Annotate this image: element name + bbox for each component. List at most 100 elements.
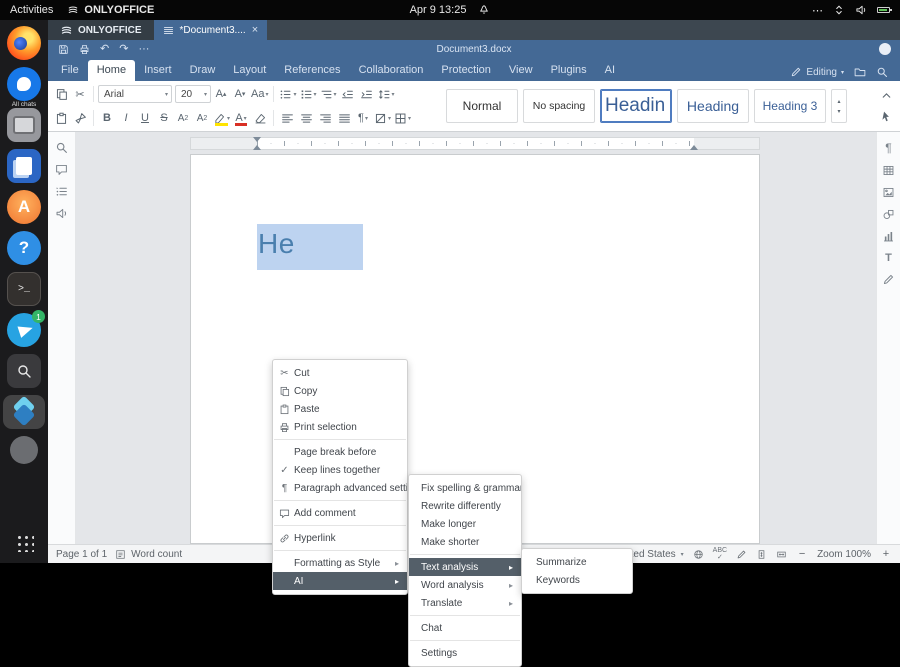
first-line-indent-marker[interactable] bbox=[253, 137, 261, 142]
style-normal[interactable]: Normal bbox=[446, 89, 518, 123]
style-heading1[interactable]: Headin bbox=[600, 89, 672, 123]
tab-layout[interactable]: Layout bbox=[224, 60, 275, 81]
menu-item-word-analysis[interactable]: Word analysis▸ bbox=[409, 576, 521, 594]
right-indent-marker[interactable] bbox=[690, 145, 698, 150]
multilevel-list-button[interactable]: ▾ bbox=[319, 84, 338, 104]
comments-panel-button[interactable] bbox=[55, 163, 68, 176]
collapse-toolbar-button[interactable] bbox=[880, 89, 893, 102]
heading-text[interactable]: He bbox=[258, 228, 295, 260]
dock-item-help[interactable]: ? bbox=[3, 231, 45, 265]
page-indicator[interactable]: Page 1 of 1 bbox=[56, 549, 107, 560]
dock-item-terminal[interactable]: >_ bbox=[3, 272, 45, 306]
menu-item-translate[interactable]: Translate▸ bbox=[409, 594, 521, 612]
dock-item-partial[interactable] bbox=[3, 436, 45, 464]
save-button[interactable] bbox=[58, 44, 69, 55]
style-no-spacing[interactable]: No spacing bbox=[523, 89, 595, 123]
cut-button[interactable]: ✂ bbox=[71, 84, 89, 104]
font-name-select[interactable]: Arial▾ bbox=[98, 85, 172, 103]
menu-item-settings[interactable]: Settings bbox=[409, 644, 521, 662]
paste-button[interactable] bbox=[52, 108, 70, 128]
dock-item-screenshot[interactable] bbox=[3, 108, 45, 142]
user-avatar[interactable] bbox=[879, 43, 891, 55]
increase-font-button[interactable]: A▴ bbox=[212, 84, 230, 104]
notification-bell-icon[interactable] bbox=[478, 4, 490, 16]
subscript-button[interactable]: A2 bbox=[193, 108, 211, 128]
highlight-color-button[interactable]: ▾ bbox=[212, 108, 231, 128]
menu-item-print-selection[interactable]: Print selection bbox=[273, 418, 407, 436]
dock-item-firefox[interactable] bbox=[3, 26, 45, 60]
font-size-select[interactable]: 20▾ bbox=[175, 85, 211, 103]
menu-item-page-break-before[interactable]: Page break before bbox=[273, 443, 407, 461]
focused-app-menu[interactable]: ONLYOFFICE bbox=[67, 4, 154, 16]
feedback-button[interactable] bbox=[55, 207, 68, 220]
menu-item-formatting-as-style[interactable]: Formatting as Style▸ bbox=[273, 554, 407, 572]
bold-button[interactable]: B bbox=[98, 108, 116, 128]
fit-width-button[interactable] bbox=[776, 549, 787, 560]
align-center-button[interactable] bbox=[297, 108, 315, 128]
show-applications-button[interactable] bbox=[3, 525, 45, 559]
dock-item-allchats[interactable]: All chats bbox=[3, 67, 45, 101]
strikethrough-button[interactable]: S bbox=[155, 108, 173, 128]
tab-document3[interactable]: *Document3.... × bbox=[154, 20, 268, 40]
menu-item-hyperlink[interactable]: Hyperlink bbox=[273, 529, 407, 547]
clear-style-button[interactable] bbox=[251, 108, 269, 128]
italic-button[interactable]: I bbox=[117, 108, 135, 128]
numbering-button[interactable]: ▾ bbox=[299, 84, 318, 104]
copy-style-button[interactable] bbox=[71, 108, 89, 128]
menu-item-rewrite-differently[interactable]: Rewrite differently bbox=[409, 497, 521, 515]
document-language-button[interactable] bbox=[693, 549, 704, 560]
change-case-button[interactable]: Aa▾ bbox=[250, 84, 269, 104]
bullets-button[interactable]: ▾ bbox=[278, 84, 297, 104]
table-settings-button[interactable] bbox=[882, 164, 895, 177]
dock-item-a-app[interactable]: A bbox=[3, 190, 45, 224]
image-settings-button[interactable] bbox=[882, 186, 895, 199]
navigation-panel-button[interactable] bbox=[55, 185, 68, 198]
editing-mode-selector[interactable]: Editing ▾ bbox=[790, 66, 844, 78]
tab-close-button[interactable]: × bbox=[252, 24, 258, 36]
copy-button[interactable] bbox=[52, 84, 70, 104]
menu-item-paragraph-advanced-settings[interactable]: ¶Paragraph advanced settings bbox=[273, 479, 407, 497]
tab-collaboration[interactable]: Collaboration bbox=[350, 60, 433, 81]
tab-draw[interactable]: Draw bbox=[181, 60, 225, 81]
select-tool-button[interactable] bbox=[880, 110, 893, 123]
fit-page-button[interactable] bbox=[756, 549, 767, 560]
tab-onlyoffice-home[interactable]: ONLYOFFICE bbox=[48, 20, 154, 40]
menu-item-fix-spelling-grammar[interactable]: Fix spelling & grammar bbox=[409, 479, 521, 497]
tab-plugins[interactable]: Plugins bbox=[542, 60, 596, 81]
style-heading3[interactable]: Heading 3 bbox=[754, 89, 826, 123]
clock[interactable]: Apr 9 13:25 bbox=[410, 4, 467, 16]
align-right-button[interactable] bbox=[316, 108, 334, 128]
undo-button[interactable]: ↶ bbox=[100, 44, 109, 55]
menu-item-ai[interactable]: AI▸ bbox=[273, 572, 407, 590]
menu-item-make-longer[interactable]: Make longer bbox=[409, 515, 521, 533]
search-button[interactable] bbox=[876, 66, 888, 78]
find-replace-button[interactable] bbox=[55, 141, 68, 154]
tab-file[interactable]: File bbox=[52, 60, 88, 81]
quick-access-more-button[interactable]: ··· bbox=[138, 44, 149, 55]
tab-insert[interactable]: Insert bbox=[135, 60, 181, 81]
signature-settings-button[interactable] bbox=[882, 273, 895, 286]
menu-item-summarize[interactable]: Summarize bbox=[522, 553, 632, 571]
decrease-indent-button[interactable] bbox=[339, 84, 357, 104]
nonprinting-characters-button[interactable]: ¶▾ bbox=[354, 108, 372, 128]
style-heading2[interactable]: Heading bbox=[677, 89, 749, 123]
line-spacing-button[interactable]: ▾ bbox=[377, 84, 396, 104]
horizontal-ruler[interactable] bbox=[190, 137, 760, 150]
tab-view[interactable]: View bbox=[500, 60, 542, 81]
menu-item-chat[interactable]: Chat bbox=[409, 619, 521, 637]
hanging-indent-marker[interactable] bbox=[253, 145, 261, 150]
system-tray[interactable]: ⋯ bbox=[812, 4, 900, 17]
track-changes-button[interactable] bbox=[736, 549, 747, 560]
paragraph-settings-button[interactable]: ¶ bbox=[885, 141, 891, 155]
font-color-button[interactable]: A▾ bbox=[232, 108, 250, 128]
chart-settings-button[interactable] bbox=[882, 230, 895, 243]
borders-button[interactable]: ▾ bbox=[393, 108, 412, 128]
align-justify-button[interactable] bbox=[335, 108, 353, 128]
zoom-in-button[interactable]: + bbox=[880, 548, 892, 560]
spell-check-button[interactable]: ABC ✓ bbox=[713, 547, 727, 561]
style-gallery-scroll[interactable]: ▴▾ bbox=[831, 89, 847, 123]
decrease-font-button[interactable]: A▾ bbox=[231, 84, 249, 104]
dock-item-documents[interactable] bbox=[3, 149, 45, 183]
menu-item-keywords[interactable]: Keywords bbox=[522, 571, 632, 589]
superscript-button[interactable]: A2 bbox=[174, 108, 192, 128]
